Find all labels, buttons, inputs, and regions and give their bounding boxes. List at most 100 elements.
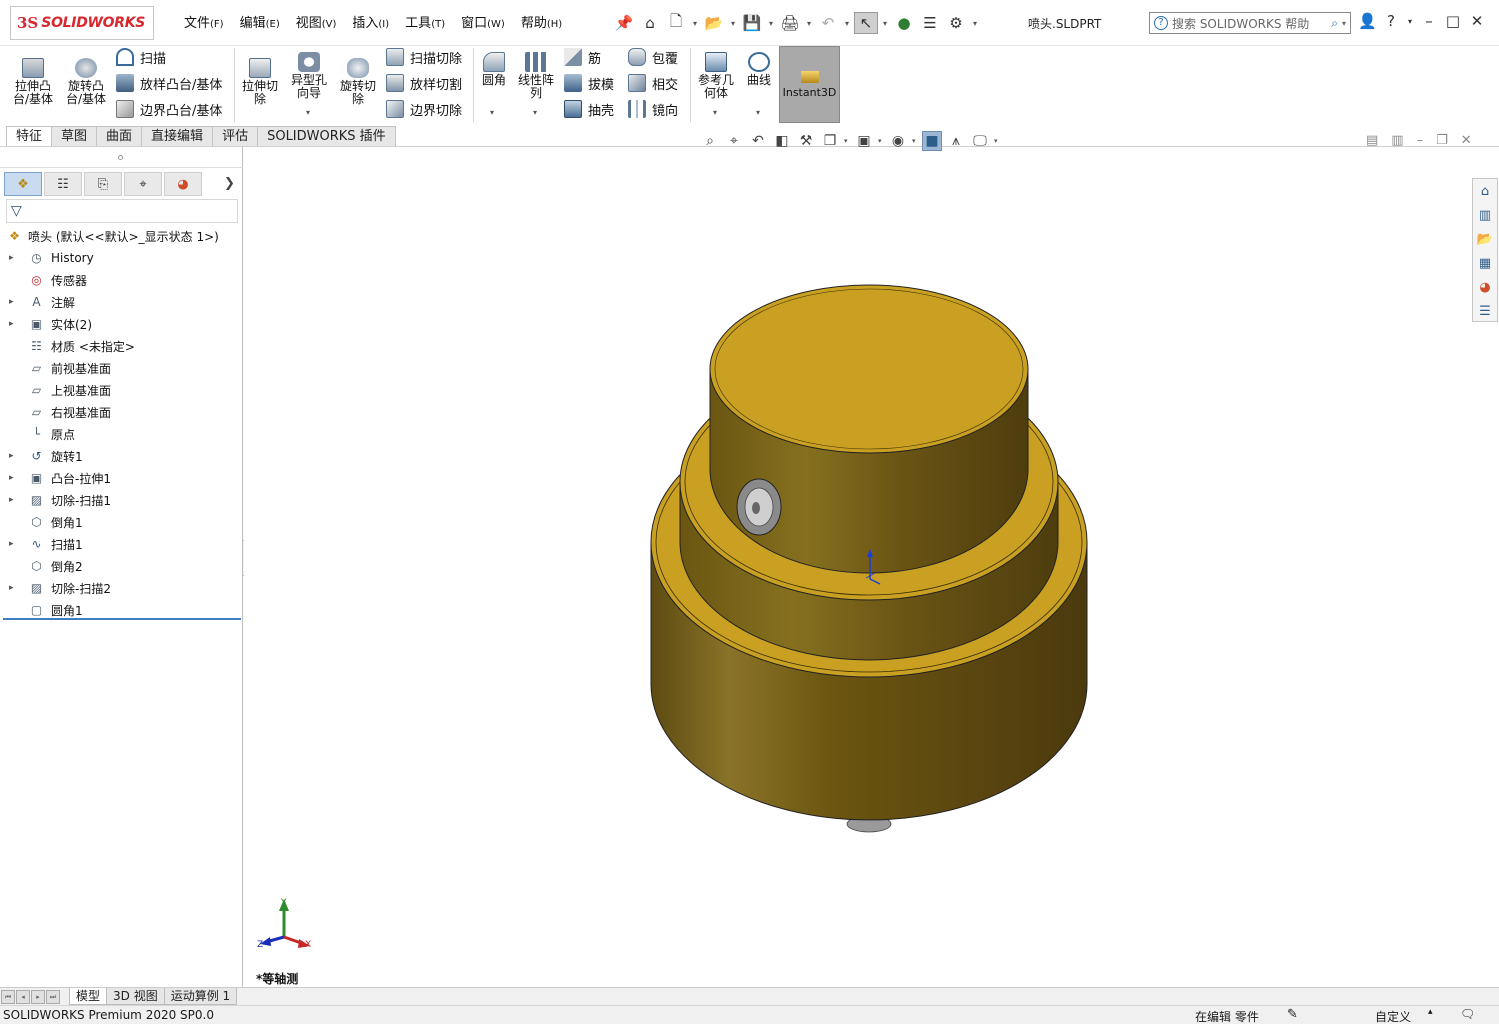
units-dropdown-icon[interactable]: ▴ [1428,1007,1433,1017]
expand-arrow-icon[interactable]: ▸ [9,495,17,505]
menu-help[interactable]: 帮助(H) [513,14,570,34]
undo-dropdown-icon[interactable]: ▾ [842,19,852,28]
hole-wizard-button[interactable]: 异型孔 向导 [286,52,332,100]
view-settings-dropdown-icon[interactable]: ▾ [994,137,1000,145]
linear-pattern-button[interactable]: 线性阵 列 [514,52,558,100]
chevron-right-icon[interactable]: ❯ [224,176,235,191]
new-file-icon[interactable]: 🗋 [664,12,688,34]
new-dropdown-icon[interactable]: ▾ [690,19,700,28]
save-icon[interactable]: 💾 [740,12,764,34]
tree-item[interactable]: ▱ 前视基准面 [0,357,243,379]
previous-document-icon[interactable]: ▤ [1366,133,1378,148]
configurationmanager-tab-icon[interactable]: ⎘ [84,172,122,196]
print-dropdown-icon[interactable]: ▾ [804,19,814,28]
expand-arrow-icon[interactable]: ▸ [9,473,17,483]
panel-splitter[interactable] [0,147,243,168]
boundary-cut-button[interactable]: 边界切除 [386,98,462,120]
tab-motion-study[interactable]: 运动算例 1 [163,988,238,1005]
tree-item[interactable]: ▱ 上视基准面 [0,379,243,401]
reference-geometry-button[interactable]: 参考几 何体 [694,52,738,100]
tree-item[interactable]: └ 原点 [0,423,243,445]
menu-file[interactable]: 文件(F) [176,14,232,34]
menu-tools[interactable]: 工具(T) [397,14,453,34]
expand-arrow-icon[interactable]: ▸ [9,539,17,549]
zoom-to-fit-icon[interactable]: ⌕ [700,131,720,151]
menu-edit[interactable]: 编辑(E) [232,14,288,34]
unit-system[interactable]: 自定义 [1375,1008,1411,1024]
menu-view[interactable]: 视图(V) [288,14,345,34]
edit-appearance-icon[interactable]: ■ [922,131,942,151]
tree-item[interactable]: ⬡ 倒角2 [0,555,243,577]
fillet-dropdown-icon[interactable]: ▾ [490,108,494,117]
pin-icon[interactable]: 📌 [612,12,636,34]
tree-item[interactable]: ☷ 材质 <未指定> [0,335,243,357]
tree-item[interactable]: ▸ ◷ History [0,247,243,269]
view-orientation-icon[interactable]: ❐ [820,131,840,151]
mirror-button[interactable]: 镜向 [628,98,678,120]
tree-item[interactable]: ▸ ▣ 凸台-拉伸1 [0,467,243,489]
user-icon[interactable]: 👤 [1358,12,1377,30]
zoom-to-area-icon[interactable]: ⌖ [724,131,744,151]
boundary-boss-button[interactable]: 边界凸台/基体 [116,98,222,120]
expand-arrow-icon[interactable]: ▸ [9,297,17,307]
tree-item[interactable]: ⬡ 倒角1 [0,511,243,533]
previous-tab-icon[interactable]: ◂ [16,989,30,1004]
fillet-button[interactable]: 圆角 [478,52,510,87]
rebuild-icon[interactable]: ● [892,12,916,34]
draft-button[interactable]: 拔模 [564,72,614,94]
options-dropdown-icon[interactable]: ▾ [970,19,980,28]
intersect-button[interactable]: 相交 [628,72,678,94]
open-folder-icon[interactable]: 📂 [702,12,726,34]
file-properties-icon[interactable]: ☰ [918,12,942,34]
appearances-icon[interactable]: ◕ [1475,277,1495,297]
expand-arrow-icon[interactable]: ▸ [9,319,17,329]
rollback-bar[interactable] [3,618,241,620]
tab-surfaces[interactable]: 曲面 [96,126,143,146]
menu-window[interactable]: 窗口(W) [453,14,513,34]
tab-evaluate[interactable]: 评估 [212,126,259,146]
instant3d-button[interactable]: Instant3D [779,46,840,123]
file-explorer-icon[interactable]: 📂 [1475,230,1495,250]
select-dropdown-icon[interactable]: ▾ [880,19,890,28]
view-orientation-dropdown-icon[interactable]: ▾ [844,137,850,145]
tab-direct-editing[interactable]: 直接编辑 [141,126,214,146]
dimxpertmanager-tab-icon[interactable]: ⌖ [124,172,162,196]
pattern-dropdown-icon[interactable]: ▾ [533,108,537,117]
rebuild-status-icon[interactable]: ✎ [1287,1007,1298,1022]
curves-dropdown-icon[interactable]: ▾ [756,108,760,117]
rib-button[interactable]: 筋 [564,46,601,68]
tree-item[interactable]: ▸ ∿ 扫描1 [0,533,243,555]
open-dropdown-icon[interactable]: ▾ [728,19,738,28]
splitter-grip-icon[interactable] [118,155,123,160]
tree-item[interactable]: ◎ 传感器 [0,269,243,291]
design-library-icon[interactable]: ▥ [1475,206,1495,226]
chat-icon[interactable]: 🗨 [1460,1007,1475,1021]
view-settings-icon[interactable]: 🖵 [970,131,990,151]
save-dropdown-icon[interactable]: ▾ [766,19,776,28]
previous-view-icon[interactable]: ↶ [748,131,768,151]
view-palette-icon[interactable]: ▦ [1475,253,1495,273]
viewport-restore-icon[interactable]: ❐ [1436,133,1448,148]
home-icon[interactable]: ⌂ [638,12,662,34]
dynamic-annotation-icon[interactable]: ⚒ [796,131,816,151]
sweep-button[interactable]: 扫描 [116,46,166,68]
sweep-cut-button[interactable]: 扫描切除 [386,46,462,68]
options-gear-icon[interactable]: ⚙ [944,12,968,34]
menu-insert[interactable]: 插入(I) [344,14,397,34]
tab-3d-views[interactable]: 3D 视图 [106,988,165,1005]
close-icon[interactable]: ✕ [1468,12,1486,30]
expand-arrow-icon[interactable]: ▸ [9,451,17,461]
revolve-cut-button[interactable]: 旋转切 除 [336,58,380,106]
feature-filter-field[interactable]: ▽ [6,199,238,223]
loft-boss-button[interactable]: 放样凸台/基体 [116,72,222,94]
ref-geometry-dropdown-icon[interactable]: ▾ [713,108,717,117]
print-icon[interactable]: 🖨 [778,12,802,34]
undo-icon[interactable]: ↶ [816,12,840,34]
extrude-cut-button[interactable]: 拉伸切 除 [238,58,282,106]
custom-properties-icon[interactable]: ☰ [1475,301,1495,321]
select-arrow-icon[interactable]: ↖ [854,12,878,34]
maximize-icon[interactable]: □ [1444,12,1462,30]
tab-model[interactable]: 模型 [69,988,108,1005]
display-style-icon[interactable]: ▣ [854,131,874,151]
curves-button[interactable]: 曲线 [742,52,776,87]
